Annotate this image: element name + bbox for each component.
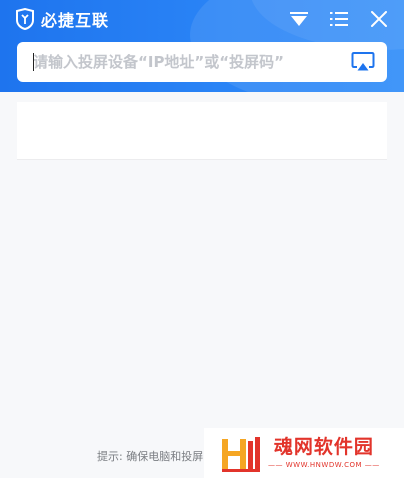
close-icon	[371, 11, 387, 27]
hw-logo-icon	[222, 437, 260, 472]
title-bar: 必捷互联	[0, 0, 404, 92]
screen-cast-icon	[351, 52, 375, 71]
dropdown-button[interactable]	[286, 7, 312, 31]
search-input[interactable]	[17, 42, 343, 82]
cast-button[interactable]	[343, 42, 383, 82]
footer-tip: 提示: 确保电脑和投屏	[97, 450, 204, 463]
triangle-down-icon	[290, 12, 308, 26]
text-caret	[33, 53, 34, 71]
close-button[interactable]	[366, 7, 392, 31]
watermark: 魂网软件园 —— WWW.HNWDW.COM ——	[204, 428, 404, 478]
watermark-url: —— WWW.HNWDW.COM ——	[268, 461, 380, 469]
watermark-title: 魂网软件园	[273, 436, 374, 458]
brand: 必捷互联	[14, 7, 109, 31]
list-menu-icon	[330, 12, 348, 26]
shield-logo-icon	[16, 8, 34, 30]
device-list	[17, 102, 387, 160]
search-bar	[17, 42, 387, 82]
menu-button[interactable]	[326, 7, 352, 31]
watermark-text: 魂网软件园 —— WWW.HNWDW.COM ——	[268, 436, 380, 470]
app-title: 必捷互联	[41, 11, 110, 30]
window-controls	[286, 7, 392, 31]
